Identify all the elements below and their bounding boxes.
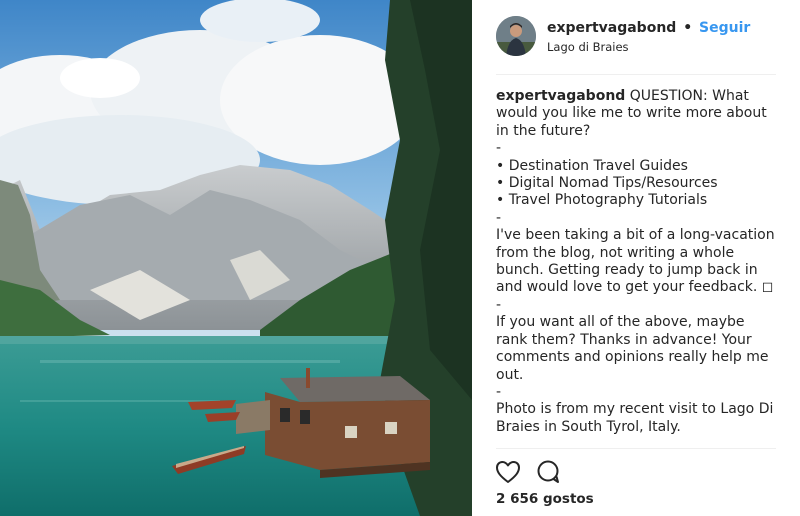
post-actions — [494, 458, 614, 486]
speech-bubble-icon[interactable] — [534, 458, 562, 486]
post-panel: expertvagabond • Seguir Lago di Braies e… — [472, 0, 800, 516]
caption-line: • Travel Photography Tutorials — [496, 192, 708, 209]
profile-photo-icon — [496, 16, 536, 56]
lake-landscape-image — [0, 0, 472, 516]
post-caption: expertvagabond QUESTION: What would you … — [496, 88, 776, 436]
username-line: expertvagabond • Seguir — [547, 20, 750, 36]
post-photo[interactable] — [0, 0, 472, 516]
avatar[interactable] — [496, 16, 536, 56]
caption-line: If you want all of the above, maybe rank… — [496, 314, 769, 383]
actions-divider — [496, 448, 776, 449]
username[interactable]: expertvagabond — [547, 20, 676, 36]
caption-line: - — [496, 209, 502, 226]
caption-line: Photo is from my recent visit to Lago Di… — [496, 401, 774, 435]
post-header: expertvagabond • Seguir Lago di Braies — [472, 0, 800, 74]
caption-line: - — [496, 296, 502, 313]
separator-dot: • — [683, 20, 693, 36]
caption-username[interactable]: expertvagabond — [496, 88, 625, 104]
caption-line-1: expertvagabond QUESTION: What would you … — [496, 88, 776, 140]
caption-line: • Digital Nomad Tips/Resources — [496, 175, 718, 192]
heart-icon[interactable] — [494, 458, 522, 486]
follow-button[interactable]: Seguir — [699, 20, 750, 36]
likes-count[interactable]: 2 656 gostos — [496, 491, 594, 507]
caption-line: - — [496, 140, 502, 157]
location-link[interactable]: Lago di Braies — [547, 40, 629, 54]
caption-line: • Destination Travel Guides — [496, 157, 688, 174]
caption-line: I've been taking a bit of a long-vacatio… — [496, 227, 775, 296]
header-divider — [496, 74, 776, 75]
caption-line: - — [496, 383, 502, 400]
